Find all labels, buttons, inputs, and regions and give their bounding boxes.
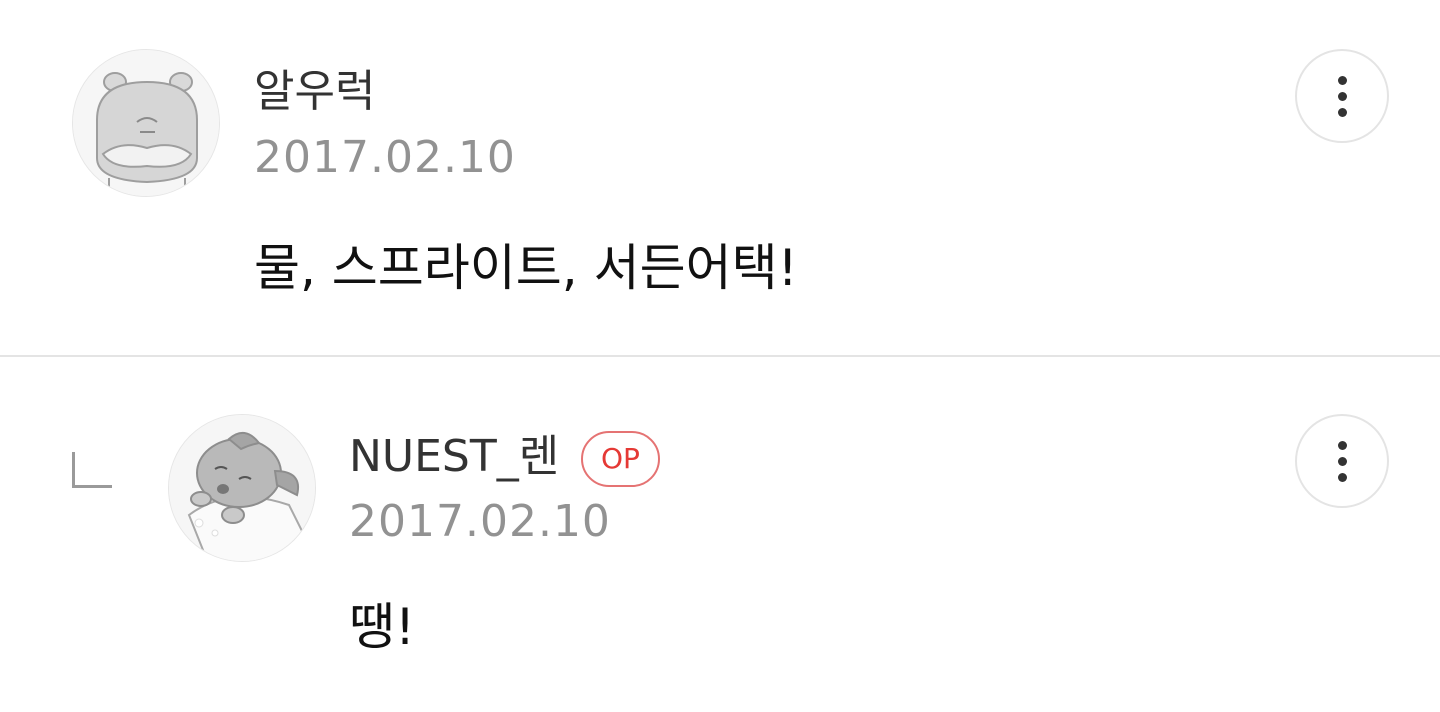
more-options-button[interactable] (1295, 414, 1389, 508)
comment-text: 물, 스프라이트, 서든어택! (254, 239, 798, 297)
vertical-ellipsis-icon (1337, 91, 1347, 101)
hamster-avatar-icon (73, 50, 219, 196)
comment-username[interactable]: 알우럭 (254, 64, 375, 120)
user-avatar[interactable] (168, 414, 316, 562)
vertical-ellipsis-icon (1337, 107, 1347, 117)
comment-username[interactable]: NUEST_렌 (349, 429, 559, 485)
comment-date: 2017.02.10 (254, 132, 516, 183)
vertical-ellipsis-icon (1337, 440, 1347, 450)
user-avatar[interactable] (72, 49, 220, 197)
vertical-ellipsis-icon (1337, 75, 1347, 85)
comment-date: 2017.02.10 (349, 496, 611, 547)
more-options-button[interactable] (1295, 49, 1389, 143)
comment-text: 땡! (349, 598, 416, 656)
comment-item: 알우럭 2017.02.10 물, 스프라이트, 서든어택! (0, 0, 1440, 356)
op-badge: OP (581, 431, 660, 487)
vertical-ellipsis-icon (1337, 472, 1347, 482)
dog-avatar-icon (169, 415, 315, 561)
reply-comment-item: NUEST_렌 OP 2017.02.10 땡! (0, 357, 1440, 712)
reply-corner-icon (72, 452, 112, 488)
vertical-ellipsis-icon (1337, 456, 1347, 466)
